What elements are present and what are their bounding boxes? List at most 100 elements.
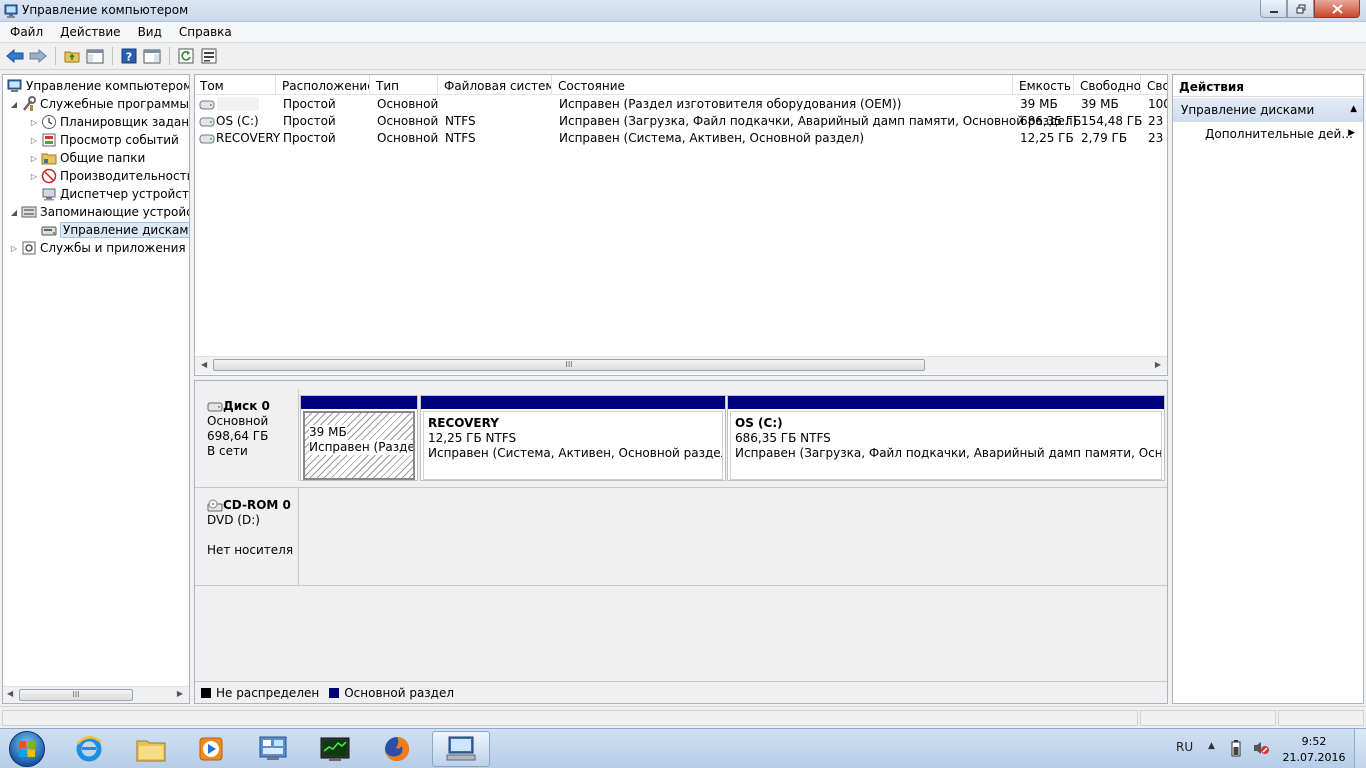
- close-button[interactable]: [1314, 0, 1360, 18]
- performance-icon: [41, 168, 57, 184]
- volume-icon: [199, 116, 215, 130]
- battery-icon[interactable]: [1230, 739, 1242, 760]
- column-header-filesystem[interactable]: Файловая система: [439, 75, 552, 95]
- volume-muted-icon[interactable]: [1252, 740, 1270, 759]
- taskbar-computer-management[interactable]: [432, 731, 490, 767]
- volume-capacity: 39 МБ: [1020, 97, 1058, 111]
- menu-file[interactable]: Файл: [0, 22, 50, 42]
- taskbar-firefox[interactable]: [368, 731, 426, 767]
- collapse-up-icon[interactable]: ▲: [1350, 104, 1357, 114]
- expand-arrow-icon[interactable]: ▷: [29, 136, 39, 145]
- volume-free-percent: 23 %: [1148, 114, 1167, 128]
- partition-status: Исправен (Раздел изготовителя оборудован…: [309, 440, 415, 455]
- menu-view[interactable]: Вид: [128, 22, 169, 42]
- restore-button[interactable]: [1287, 0, 1314, 18]
- help-button[interactable]: ?: [118, 46, 140, 66]
- back-button[interactable]: [4, 46, 26, 66]
- partition-color-bar: [421, 396, 725, 409]
- tree-item-services-apps[interactable]: ▷ Службы и приложения: [9, 239, 186, 257]
- cdrom-status: Нет носителя: [207, 543, 294, 557]
- show-hidden-icons-button[interactable]: ▲: [1208, 741, 1215, 751]
- expand-arrow-icon[interactable]: ▷: [9, 244, 19, 253]
- tree-item-disk-management[interactable]: Управление дисками: [39, 221, 189, 239]
- actions-section-disk-management[interactable]: Управление дисками ▲: [1173, 98, 1363, 122]
- actions-pane: Действия Управление дисками ▲ Дополнител…: [1172, 74, 1364, 704]
- system-clock[interactable]: 9:52 21.07.2016: [1282, 734, 1346, 766]
- clock-date: 21.07.2016: [1282, 751, 1346, 764]
- tree-item-task-scheduler[interactable]: ▷ Планировщик заданий: [29, 113, 190, 131]
- column-header-capacity[interactable]: Емкость: [1014, 75, 1074, 95]
- tree-item-label: Управление компьютером (л: [26, 79, 190, 93]
- collapse-arrow-icon[interactable]: ◢: [9, 100, 19, 109]
- column-header-layout[interactable]: Расположение: [277, 75, 370, 95]
- tree-item-label: Планировщик заданий: [60, 115, 190, 129]
- taskbar-control-panel[interactable]: [244, 731, 302, 767]
- show-desktop-button[interactable]: [1354, 729, 1366, 768]
- column-header-volume[interactable]: Том: [195, 75, 276, 95]
- partition-recovery[interactable]: RECOVERY 12,25 ГБ NTFS Исправен (Система…: [420, 395, 726, 481]
- menu-help[interactable]: Справка: [169, 22, 239, 42]
- scroll-thumb[interactable]: III: [213, 359, 925, 371]
- taskbar-media-player[interactable]: [182, 731, 240, 767]
- disk-name: Диск 0: [223, 399, 270, 413]
- properties-icon: [201, 48, 217, 64]
- partition-body: RECOVERY 12,25 ГБ NTFS Исправен (Система…: [423, 411, 723, 480]
- tree-item-performance[interactable]: ▷ Производительность: [29, 167, 189, 185]
- volume-status: Исправен (Загрузка, Файл подкачки, Авари…: [559, 114, 1078, 128]
- table-row[interactable]: RECOVERY Простой Основной NTFS Исправен …: [195, 130, 1167, 147]
- volume-icon: [199, 133, 215, 147]
- expand-arrow-icon[interactable]: ▷: [29, 154, 39, 163]
- properties-button[interactable]: [198, 46, 220, 66]
- start-button[interactable]: [2, 730, 52, 768]
- collapse-arrow-icon[interactable]: ◢: [9, 208, 19, 217]
- show-hide-tree-button[interactable]: [84, 46, 106, 66]
- language-indicator[interactable]: RU: [1176, 740, 1193, 754]
- volume-name: OS (C:): [216, 114, 259, 128]
- partition-os-c[interactable]: OS (C:) 686,35 ГБ NTFS Исправен (Загрузк…: [727, 395, 1165, 481]
- scroll-left-arrow-icon[interactable]: ◀: [201, 360, 207, 369]
- volume-free: 2,79 ГБ: [1081, 131, 1128, 145]
- volume-layout: Простой: [283, 97, 336, 111]
- refresh-button[interactable]: [175, 46, 197, 66]
- window-title: Управление компьютером: [22, 3, 189, 17]
- disk-0-label[interactable]: Диск 0 Основной 698,64 ГБ В сети: [199, 389, 299, 481]
- scroll-left-arrow-icon[interactable]: ◀: [7, 689, 13, 698]
- expand-arrow-icon[interactable]: ▷: [29, 118, 39, 127]
- scroll-right-arrow-icon[interactable]: ▶: [1155, 360, 1161, 369]
- show-hide-action-pane-button[interactable]: [141, 46, 163, 66]
- forward-button[interactable]: [27, 46, 49, 66]
- tree-item-event-viewer[interactable]: ▷ Просмотр событий: [29, 131, 179, 149]
- action-more-actions[interactable]: Дополнительные дей... ▶: [1173, 122, 1363, 144]
- menu-action[interactable]: Действие: [50, 22, 127, 42]
- up-folder-button[interactable]: [61, 46, 83, 66]
- computer-management-icon: [4, 4, 18, 18]
- volume-list-horizontal-scrollbar[interactable]: ◀ III ▶: [195, 356, 1167, 374]
- column-header-free[interactable]: Свободно: [1075, 75, 1141, 95]
- table-row[interactable]: Простой Основной Исправен (Раздел изгото…: [195, 96, 1167, 113]
- tree-item-device-manager[interactable]: Диспетчер устройств: [39, 185, 189, 203]
- taskbar-explorer[interactable]: [122, 731, 180, 767]
- partition-body: OS (C:) 686,35 ГБ NTFS Исправен (Загрузк…: [730, 411, 1162, 480]
- column-header-type[interactable]: Тип: [371, 75, 438, 95]
- table-row[interactable]: OS (C:) Простой Основной NTFS Исправен (…: [195, 113, 1167, 130]
- tree-horizontal-scrollbar[interactable]: ◀ III ▶: [3, 686, 189, 703]
- partition-oem[interactable]: 39 МБ Исправен (Раздел изготовителя обор…: [300, 395, 418, 481]
- volume-type: Основной: [377, 97, 439, 111]
- tree-item-system-tools[interactable]: ◢ Служебные программы: [9, 95, 189, 113]
- cdrom-0-label[interactable]: CD-ROM 0 DVD (D:) Нет носителя: [199, 488, 299, 586]
- scroll-right-arrow-icon[interactable]: ▶: [177, 689, 183, 698]
- taskbar-internet-explorer[interactable]: [60, 731, 118, 767]
- expand-arrow-icon[interactable]: ▷: [29, 172, 39, 181]
- tree-item-storage[interactable]: ◢ Запоминающие устройст: [9, 203, 189, 221]
- scroll-thumb[interactable]: III: [19, 689, 133, 701]
- refresh-icon: [178, 48, 194, 64]
- partition-color-bar: [728, 396, 1164, 409]
- taskbar-performance-monitor[interactable]: [306, 731, 364, 767]
- column-header-free-percent[interactable]: Сво: [1142, 75, 1167, 95]
- minimize-button[interactable]: [1260, 0, 1287, 18]
- volume-list-header: Том Расположение Тип Файловая система Со…: [195, 75, 1167, 95]
- column-header-status[interactable]: Состояние: [553, 75, 1013, 95]
- tree-item-shared-folders[interactable]: ▷ Общие папки: [29, 149, 145, 167]
- hard-disk-icon: [207, 402, 223, 411]
- tree-item-computer-management[interactable]: Управление компьютером (л: [5, 77, 190, 95]
